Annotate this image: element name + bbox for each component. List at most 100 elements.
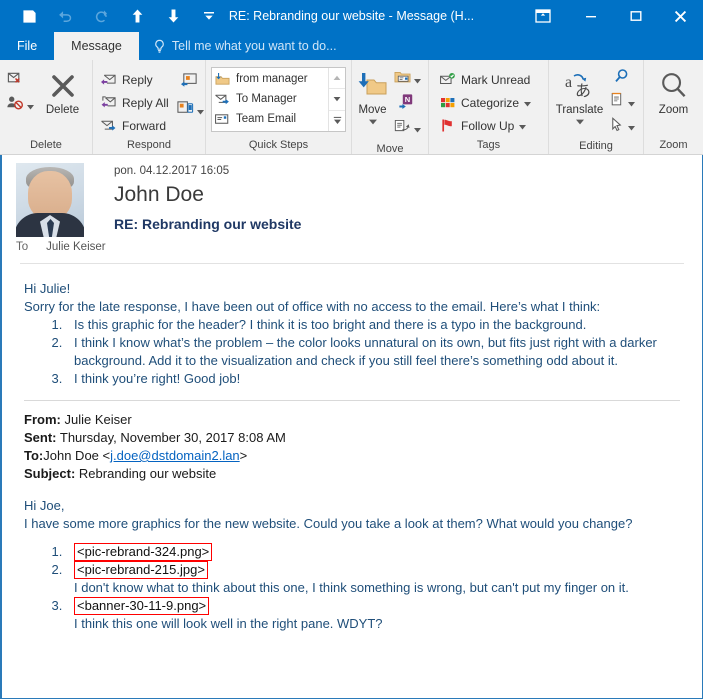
svg-text:a: a <box>565 74 572 91</box>
follow-up-caret-icon[interactable] <box>519 119 527 133</box>
translate-button[interactable]: a あ Translate <box>553 65 606 128</box>
quick-step-team-email[interactable]: Team Email <box>214 109 328 129</box>
ribbon-group-delete: Delete Delete <box>0 60 93 154</box>
move-folder-icon <box>358 69 388 103</box>
highlighted-filename: <pic-rebrand-215.jpg> <box>74 561 208 579</box>
rules-icon <box>393 69 412 91</box>
actions-caret-icon[interactable] <box>414 120 421 138</box>
move-to-folder-icon <box>214 71 231 87</box>
related-button[interactable] <box>606 92 638 114</box>
select-caret-icon[interactable] <box>628 118 635 136</box>
minimize-icon[interactable] <box>568 0 613 32</box>
list-item: I think you’re right! Good job! <box>66 370 684 388</box>
reply-greeting: Hi Julie! <box>24 281 71 296</box>
magnifier-icon <box>613 68 631 90</box>
quoted-to-key: To: <box>24 448 44 463</box>
close-icon[interactable] <box>658 0 703 32</box>
undo-icon <box>48 2 82 30</box>
quoted-from-key: From: <box>24 412 61 427</box>
up-arrow-icon[interactable] <box>120 2 154 30</box>
forward-button[interactable]: Forward <box>98 114 174 137</box>
sender-name[interactable]: John Doe <box>114 183 301 207</box>
reply-all-button[interactable]: Reply All <box>98 91 174 114</box>
ribbon-tabs: File Message Tell me what you want to do… <box>0 32 703 60</box>
reply-button-label: Reply <box>122 72 153 87</box>
ribbon-group-label-delete: Delete <box>30 139 62 151</box>
tab-message[interactable]: Message <box>54 32 139 60</box>
meeting-button[interactable] <box>174 71 206 96</box>
quoted-divider <box>24 400 680 401</box>
meeting-icon <box>180 72 199 95</box>
find-button[interactable] <box>606 68 638 90</box>
chevron-down-icon[interactable] <box>192 2 226 30</box>
down-arrow-icon[interactable] <box>156 2 190 30</box>
junk-caret-icon[interactable] <box>27 97 34 115</box>
to-recipient[interactable]: Julie Keiser <box>46 241 105 253</box>
mark-unread-button[interactable]: Mark Unread <box>437 68 536 91</box>
quick-step-label: Team Email <box>236 113 297 125</box>
quoted-to-value-after: > <box>239 448 248 463</box>
follow-up-button[interactable]: Follow Up <box>437 114 536 137</box>
list-item-note: I think this one will look well in the r… <box>74 616 383 631</box>
lightbulb-icon <box>153 39 166 54</box>
forward-mail-icon <box>214 91 231 107</box>
quick-step-from-manager[interactable]: from manager <box>214 69 328 89</box>
ignore-button[interactable] <box>6 68 38 93</box>
more-respond-caret-icon[interactable] <box>196 102 204 120</box>
ribbon-group-zoom: Zoom Zoom <box>644 60 703 154</box>
scroll-down-icon[interactable] <box>329 89 345 111</box>
tell-me-search[interactable]: Tell me what you want to do... <box>139 32 337 60</box>
actions-button[interactable] <box>391 116 423 141</box>
magnifier-large-icon <box>658 69 690 103</box>
move-caret-icon[interactable] <box>368 116 377 128</box>
save-icon[interactable] <box>12 2 46 30</box>
rules-caret-icon[interactable] <box>414 71 421 89</box>
rules-button[interactable] <box>391 67 423 92</box>
move-button-label: Move <box>358 104 387 116</box>
categorize-button[interactable]: Categorize <box>437 91 536 114</box>
delete-button[interactable]: Delete <box>38 65 87 116</box>
flag-icon <box>439 117 456 134</box>
more-respond-button[interactable] <box>174 98 206 123</box>
ribbon-group-editing: a あ Translate Editing <box>549 60 644 154</box>
move-button[interactable]: Move <box>354 65 391 128</box>
zoom-button[interactable]: Zoom <box>649 65 698 116</box>
ignore-icon <box>6 69 25 92</box>
window-controls <box>518 0 703 32</box>
select-button[interactable] <box>606 116 638 138</box>
svg-text:あ: あ <box>575 82 591 100</box>
mark-unread-icon <box>439 71 456 88</box>
list-item: <pic-rebrand-215.jpg> I don't know what … <box>66 561 684 597</box>
redo-icon <box>84 2 118 30</box>
categorize-caret-icon[interactable] <box>524 96 532 110</box>
avatar-face <box>28 171 72 219</box>
scroll-up-icon[interactable] <box>329 68 345 90</box>
attachment-list: <pic-rebrand-324.png> <pic-rebrand-215.j… <box>24 543 684 633</box>
recipients-row: To Julie Keiser <box>2 237 702 253</box>
maximize-icon[interactable] <box>613 0 658 32</box>
tab-file[interactable]: File <box>0 32 54 60</box>
ribbon-group-tags: Mark Unread Categorize Follow Up Tags <box>429 60 549 154</box>
list-item: I think I know what’s the problem – the … <box>66 334 684 370</box>
related-document-icon <box>609 92 626 114</box>
related-caret-icon[interactable] <box>628 94 635 112</box>
quoted-to-email-link[interactable]: j.doe@dstdomain2.lan <box>110 448 240 463</box>
quick-step-to-manager[interactable]: To Manager <box>214 89 328 109</box>
title-bar: RE: Rebranding our website - Message (H.… <box>0 0 703 32</box>
quoted-sent-row: Sent: Thursday, November 30, 2017 8:08 A… <box>24 429 684 447</box>
quoted-from-row: From: Julie Keiser <box>24 411 684 429</box>
categorize-icon <box>439 94 456 111</box>
quoted-subject-row: Subject: Rebranding our website <box>24 465 684 483</box>
quoted-subject-value: Rebranding our website <box>78 466 217 481</box>
forward-icon <box>100 117 117 134</box>
quick-steps-scrollbar[interactable] <box>328 68 345 131</box>
reply-button[interactable]: Reply <box>98 68 174 91</box>
reply-icon <box>100 71 117 88</box>
translate-caret-icon[interactable] <box>575 116 584 128</box>
ribbon-group-label-respond: Respond <box>126 139 172 151</box>
more-quick-steps-icon[interactable] <box>329 111 345 131</box>
onenote-button[interactable]: N <box>391 94 423 114</box>
junk-button[interactable] <box>6 93 38 118</box>
ribbon-options-icon[interactable] <box>518 0 568 32</box>
ribbon: Delete Delete Reply Reply All Forward Re… <box>0 60 703 155</box>
